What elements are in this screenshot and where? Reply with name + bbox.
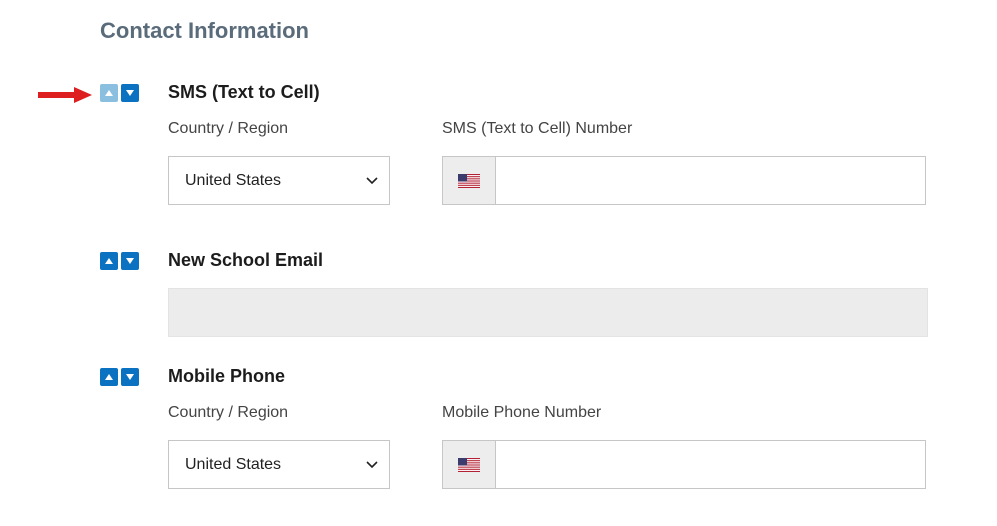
move-up-button[interactable] [100, 252, 118, 270]
input-mobile-number[interactable] [496, 440, 926, 489]
move-down-button[interactable] [121, 252, 139, 270]
field-sms-number: SMS (Text to Cell) Number [442, 120, 926, 205]
move-up-button[interactable] [100, 84, 118, 102]
field-sms-country: Country / Region United States [168, 120, 390, 205]
us-flag-icon [458, 458, 480, 472]
section-header-email: New School Email [168, 250, 323, 271]
field-mobile-number: Mobile Phone Number [442, 404, 926, 489]
email-readonly-field [168, 288, 928, 337]
sort-controls-sms [100, 84, 139, 102]
country-flag-prefix[interactable] [442, 440, 496, 489]
move-down-button[interactable] [121, 84, 139, 102]
select-mobile-country[interactable]: United States [168, 440, 390, 489]
country-flag-prefix[interactable] [442, 156, 496, 205]
input-sms-number[interactable] [496, 156, 926, 205]
sort-controls-mobile [100, 368, 139, 386]
label-mobile-number: Mobile Phone Number [442, 404, 926, 422]
label-sms-country: Country / Region [168, 120, 390, 138]
move-down-button[interactable] [121, 368, 139, 386]
field-mobile-country: Country / Region United States [168, 404, 390, 489]
page-title: Contact Information [100, 18, 309, 44]
select-sms-country[interactable]: United States [168, 156, 390, 205]
section-header-sms: SMS (Text to Cell) [168, 82, 320, 103]
label-mobile-country: Country / Region [168, 404, 390, 422]
us-flag-icon [458, 174, 480, 188]
move-up-button[interactable] [100, 368, 118, 386]
arrow-indicator-icon [38, 87, 92, 103]
section-header-mobile: Mobile Phone [168, 366, 285, 387]
sort-controls-email [100, 252, 139, 270]
label-sms-number: SMS (Text to Cell) Number [442, 120, 926, 138]
